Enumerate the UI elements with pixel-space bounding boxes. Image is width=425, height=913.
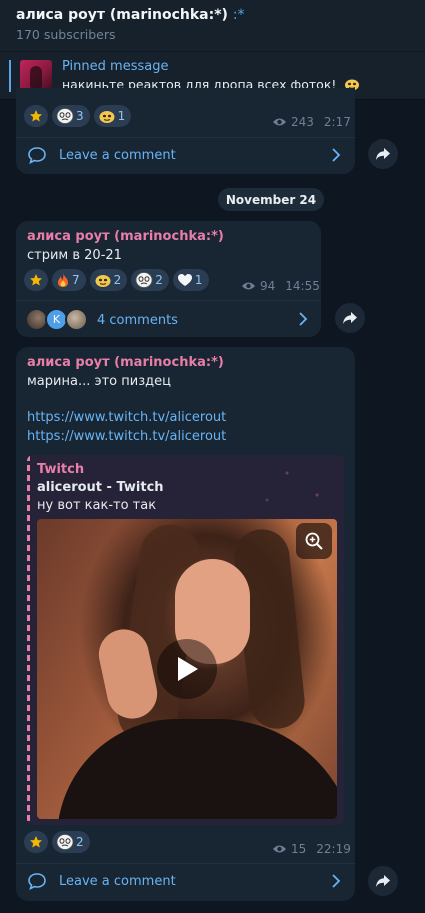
leave-comment-row[interactable]: Leave a comment <box>27 145 347 165</box>
post-author[interactable]: алиса роут (marinochka:*) <box>27 355 224 370</box>
preview-accent-stripe <box>27 455 30 825</box>
reactions-row: 3 1 <box>24 105 132 127</box>
share-button[interactable] <box>368 866 398 896</box>
preview-video-thumbnail[interactable] <box>37 519 337 819</box>
view-count: 94 <box>260 279 276 293</box>
chevron-right-icon <box>299 312 308 326</box>
pinned-indicator <box>9 60 11 92</box>
preview-description: ну вот как-то так <box>37 498 157 513</box>
leave-comment-row[interactable]: Leave a comment <box>27 871 347 891</box>
pinned-label: Pinned message <box>62 59 169 74</box>
reactions-row: 7 2 2 1 <box>24 269 209 291</box>
reaction-count: 1 <box>194 273 203 287</box>
leave-comment-label: Leave a comment <box>59 147 176 163</box>
channel-title-text: алиса роут (marinochka:*) <box>16 7 228 23</box>
chevron-right-icon <box>332 148 341 162</box>
reaction-count: 2 <box>113 273 122 287</box>
reaction-chip[interactable]: 7 <box>52 269 86 291</box>
date-separator: November 24 <box>218 188 324 211</box>
avatar-letter: K <box>52 313 61 326</box>
post-text: марина... это пиздец <box>27 374 171 389</box>
post-stats: 15 22:19 <box>272 842 351 856</box>
sparkle-emoji: :* <box>232 7 245 23</box>
reaction-chip[interactable]: 3 <box>52 105 90 127</box>
comment-bubble-icon <box>28 147 46 164</box>
white-heart-icon <box>177 274 192 286</box>
reaction-chip[interactable]: 2 <box>89 269 128 291</box>
comments-count-label: 4 comments <box>97 312 178 328</box>
reaction-chip[interactable] <box>24 831 48 853</box>
reactions-row: 2 <box>24 831 90 853</box>
view-count: 15 <box>291 842 307 856</box>
post-time: 14:55 <box>285 279 320 293</box>
post-time: 22:19 <box>316 842 351 856</box>
reaction-count: 7 <box>72 273 80 287</box>
post-stats: 243 2:17 <box>272 115 351 129</box>
post-author[interactable]: алиса роут (marinochka:*) <box>27 229 224 244</box>
commenter-avatars: K <box>25 308 91 332</box>
star-icon <box>30 274 42 286</box>
reaction-chip[interactable] <box>24 105 48 127</box>
star-icon <box>30 836 42 848</box>
divider <box>16 300 321 301</box>
channel-header[interactable]: алиса роут (marinochka:*) :* 170 subscri… <box>0 0 425 52</box>
reaction-chip[interactable]: 1 <box>93 105 132 127</box>
post-text: стрим в 20-21 <box>27 248 122 263</box>
post-link[interactable]: https://www.twitch.tv/alicerout <box>27 410 226 425</box>
yellow-face-icon <box>99 111 115 123</box>
share-button[interactable] <box>335 303 365 333</box>
post-link[interactable]: https://www.twitch.tv/alicerout <box>27 429 226 444</box>
share-arrow-icon <box>343 312 357 324</box>
link-preview[interactable]: Twitch alicerout - Twitch ну вот как-то … <box>27 455 344 825</box>
star-icon <box>30 110 42 122</box>
preview-title: alicerout - Twitch <box>37 480 164 495</box>
reaction-chip[interactable]: 1 <box>172 269 209 291</box>
eye-icon <box>273 118 286 126</box>
comment-bubble-icon <box>28 873 46 890</box>
preview-site-name: Twitch <box>37 462 85 477</box>
fire-icon <box>58 273 68 287</box>
share-button[interactable] <box>368 139 398 169</box>
share-arrow-icon <box>376 875 390 887</box>
divider <box>16 863 355 864</box>
zoom-in-icon <box>305 532 323 550</box>
reaction-chip[interactable]: 2 <box>131 269 169 291</box>
chevron-right-icon <box>332 874 341 888</box>
zoom-button[interactable] <box>296 523 332 559</box>
face-ghost-icon <box>135 272 153 288</box>
face-ghost-icon <box>56 834 74 850</box>
subscriber-count: 170 subscribers <box>16 27 116 42</box>
channel-title: алиса роут (marinochka:*) :* <box>16 6 409 24</box>
reaction-chip[interactable] <box>24 269 48 291</box>
play-icon <box>178 657 198 681</box>
post-time: 2:17 <box>323 115 351 129</box>
reaction-count: 2 <box>76 835 84 849</box>
play-button[interactable] <box>157 639 217 699</box>
yellow-face-icon <box>95 275 111 287</box>
view-count: 243 <box>291 115 314 129</box>
reaction-count: 3 <box>76 109 84 123</box>
reaction-count: 1 <box>117 109 126 123</box>
face-ghost-icon <box>56 108 74 124</box>
reaction-chip[interactable]: 2 <box>52 831 90 853</box>
avatar <box>65 308 88 331</box>
divider <box>16 137 355 138</box>
post-stats: 94 14:55 <box>241 279 320 293</box>
share-arrow-icon <box>376 148 390 160</box>
eye-icon <box>273 845 286 853</box>
eye-icon <box>242 282 255 290</box>
reaction-count: 2 <box>155 273 163 287</box>
leave-comment-label: Leave a comment <box>59 873 176 889</box>
comments-row[interactable]: 4 comments <box>97 310 307 330</box>
